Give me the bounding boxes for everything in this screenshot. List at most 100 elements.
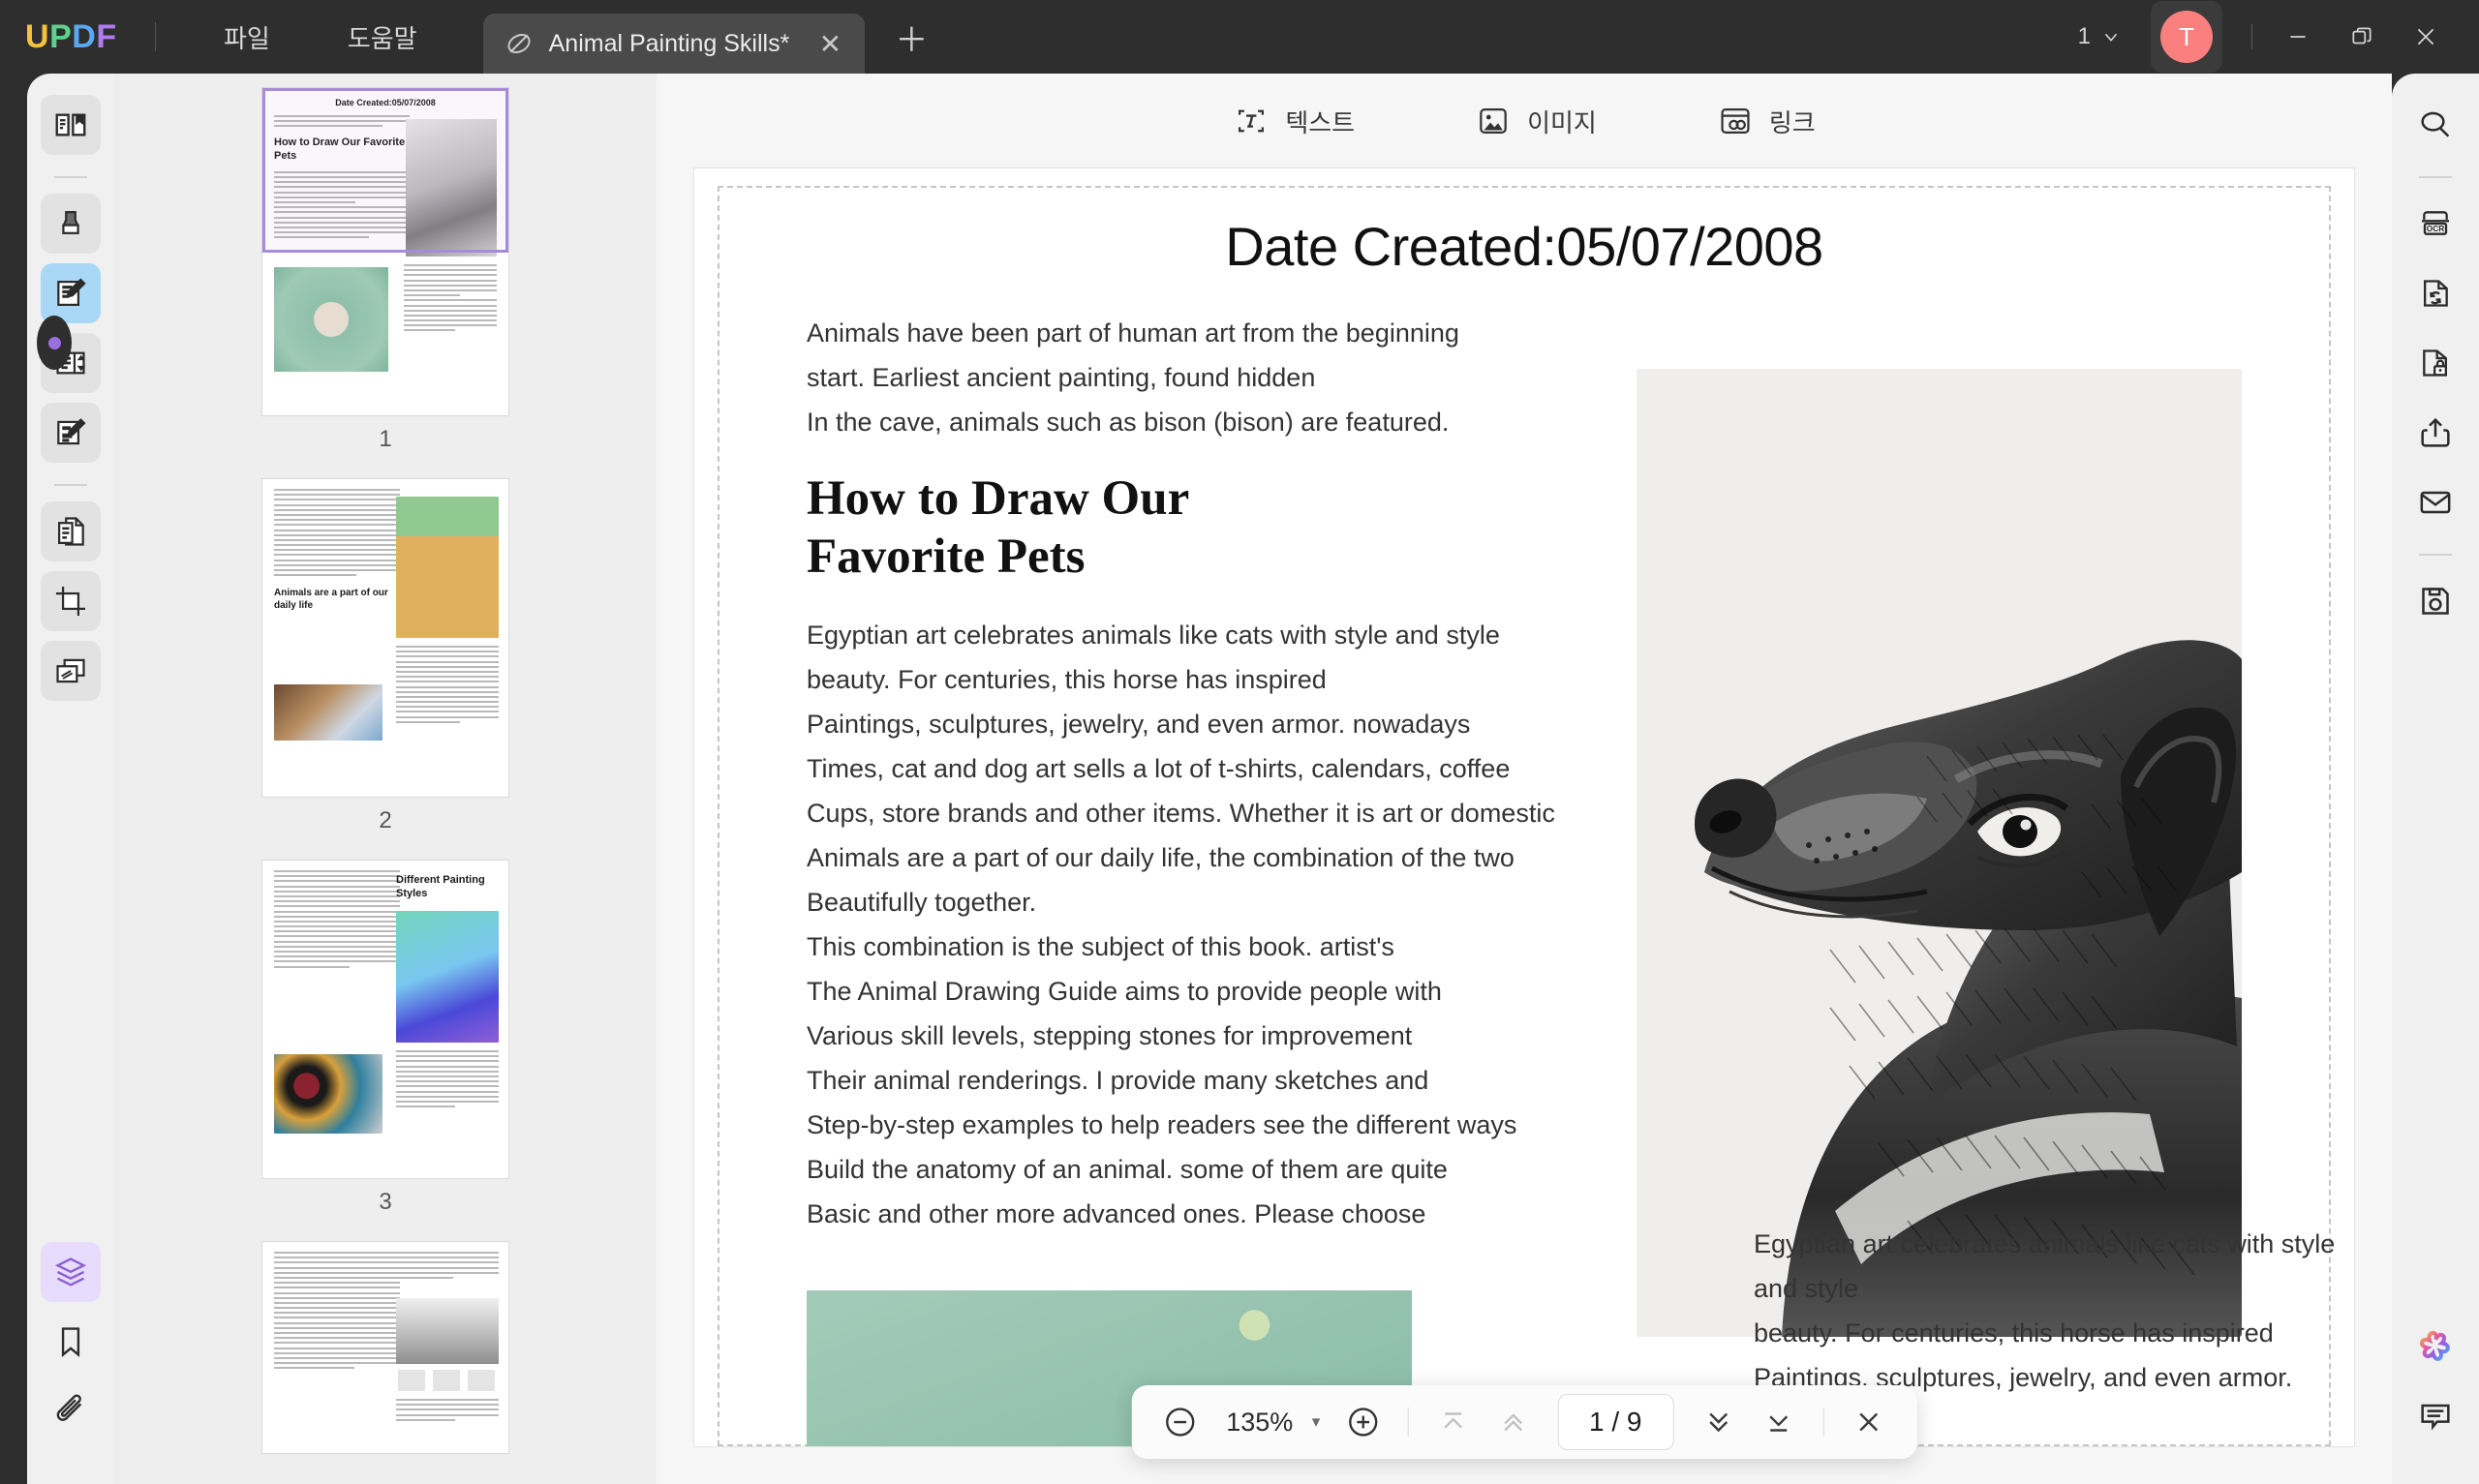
thumb3-buckets-image [274, 1054, 383, 1134]
thumb1-heading: How to Draw Our Favorite Pets [274, 136, 406, 163]
dog-sketch-image[interactable] [1637, 369, 2242, 1337]
body-line-14: Basic and other more advanced ones. Plea… [807, 1199, 1426, 1229]
sidebar-item-layers[interactable] [41, 1242, 101, 1302]
tab-close-icon[interactable]: ✕ [814, 28, 845, 60]
restore-button[interactable] [2330, 8, 2394, 66]
book-reader-icon [55, 113, 86, 136]
search-icon [2421, 111, 2450, 137]
right-item-email[interactable] [2405, 472, 2465, 532]
heading-line-1: How to Draw Our [807, 471, 1190, 526]
right-item-convert[interactable] [2405, 263, 2465, 323]
tool-link[interactable]: 링크 [1703, 95, 1829, 147]
thumbnail-number: 1 [379, 426, 392, 452]
edit-toolbar: 텍스트 이미지 링크 [657, 74, 2392, 168]
body-line-7: Beautifully together. [807, 888, 1037, 918]
page-thumbnail-panel[interactable]: Date Created:05/07/2008 How to Draw Our … [114, 74, 657, 1484]
zoom-dropdown-caret[interactable]: ▾ [1312, 1412, 1331, 1432]
thumbnail-number: 2 [379, 807, 392, 833]
sidebar-item-batch[interactable] [41, 641, 101, 701]
app-body: Date Created:05/07/2008 How to Draw Our … [0, 74, 2479, 1484]
right-item-save[interactable] [2405, 571, 2465, 631]
tool-image[interactable]: 이미지 [1461, 95, 1610, 147]
image-icon [1480, 108, 1507, 134]
comment-bubble-icon [2421, 1404, 2450, 1431]
text-box-icon [1239, 109, 1265, 133]
close-navigation-button[interactable] [1841, 1395, 1895, 1449]
right-item-comment[interactable] [2405, 1385, 2465, 1445]
restore-icon [2352, 27, 2372, 45]
right-rail-divider-1 [2419, 176, 2452, 178]
tab-count-dropdown[interactable]: 1 [2065, 15, 2135, 58]
thumbnail-block[interactable]: Different Painting Styles 3 [114, 860, 657, 1241]
sidebar-item-attachments[interactable] [41, 1381, 101, 1441]
body-line-1: Egyptian art celebrates animals like cat… [807, 621, 1500, 651]
right-item-search[interactable] [2405, 95, 2465, 155]
sidebar-item-convert[interactable] [41, 501, 101, 561]
close-button[interactable] [2394, 8, 2458, 66]
sidebar-item-bookmarks[interactable] [41, 1312, 101, 1372]
tail-line-1: Egyptian art celebrates animals like cat… [1754, 1229, 2336, 1303]
sidebar-item-annotate[interactable] [41, 194, 101, 254]
thumb2-supplies-image [274, 684, 383, 741]
thumbnail-block[interactable] [114, 1241, 657, 1454]
sidebar-item-edit[interactable] [41, 263, 101, 323]
dog-sketch-svg [1637, 369, 2242, 1337]
page-navigation-toolbar: 135% ▾ 1 / 9 [1131, 1385, 1917, 1459]
sidebar-item-reader[interactable] [41, 95, 101, 155]
close-icon [1858, 1412, 1878, 1432]
thumbnail-page-4[interactable] [261, 1241, 509, 1454]
menu-file[interactable]: 파일 [206, 12, 288, 63]
zoom-level-value[interactable]: 135% [1213, 1408, 1306, 1438]
page-indicator-input[interactable]: 1 / 9 [1557, 1394, 1674, 1450]
body-line-9: The Animal Drawing Guide aims to provide… [807, 977, 1442, 1007]
body-line-6: Animals are a part of our daily life, th… [807, 843, 1515, 873]
panel-collapse-handle[interactable] [37, 316, 72, 370]
intro-line-2: start. Earliest ancient painting, found … [807, 363, 1316, 392]
first-page-icon [1443, 1412, 1462, 1429]
logo-letter-u: U [25, 17, 50, 55]
right-item-ai[interactable] [2405, 1316, 2465, 1376]
thumb3-heading: Different Painting Styles [396, 874, 485, 899]
file-sync-icon [2424, 280, 2448, 307]
file-lock-icon [2423, 349, 2447, 377]
sidebar-item-fill-sign[interactable] [41, 403, 101, 463]
sidebar-item-crop[interactable] [41, 571, 101, 631]
next-page-button[interactable] [1691, 1395, 1745, 1449]
new-tab-button[interactable]: ＋ [892, 14, 931, 61]
last-page-button[interactable] [1751, 1395, 1805, 1449]
minimize-button[interactable] [2266, 8, 2330, 66]
window-controls-divider [2251, 24, 2252, 49]
zoom-in-button[interactable] [1335, 1395, 1390, 1449]
thumbnail-page-2[interactable]: Animals are a part of our daily life [261, 478, 509, 798]
right-rail-divider-2 [2419, 554, 2452, 556]
paperclip-icon [56, 1394, 82, 1421]
first-page-button[interactable] [1425, 1395, 1480, 1449]
page-scroll-area[interactable]: Date Created:05/07/2008 Animals have bee… [657, 168, 2392, 1484]
right-tool-rail: OCR [2392, 74, 2479, 1484]
thumb4-corgi-image [396, 1298, 499, 1364]
prev-page-button[interactable] [1485, 1395, 1540, 1449]
right-item-protect[interactable] [2405, 333, 2465, 393]
body-line-10: Various skill levels, stepping stones fo… [807, 1021, 1413, 1051]
ocr-icon: OCR [2421, 211, 2449, 235]
menu-help[interactable]: 도움말 [330, 12, 435, 63]
document-heading: How to Draw Our Favorite Pets [807, 469, 1598, 586]
tool-link-label: 링크 [1768, 107, 1816, 137]
thumbnail-page-1[interactable]: Date Created:05/07/2008 How to Draw Our … [261, 87, 509, 416]
page-content-box: Date Created:05/07/2008 Animals have bee… [718, 186, 2335, 1446]
thumbnail-block[interactable]: Date Created:05/07/2008 How to Draw Our … [114, 87, 657, 478]
heading-line-2: Favorite Pets [807, 530, 1086, 585]
right-item-ocr[interactable]: OCR [2405, 194, 2465, 254]
thumbnail-page-3[interactable]: Different Painting Styles [261, 860, 509, 1179]
account-button[interactable]: T [2151, 1, 2222, 73]
tail-line-2: beauty. For centuries, this horse has in… [1754, 1318, 2274, 1348]
intro-line-3: In the cave, animals such as bison (biso… [807, 408, 1450, 437]
thumbnail-block[interactable]: Animals are a part of our daily life 2 [114, 478, 657, 860]
thumb3-watercolor-image [396, 911, 499, 1043]
zoom-out-button[interactable] [1153, 1395, 1208, 1449]
pdf-page[interactable]: Date Created:05/07/2008 Animals have bee… [694, 168, 2354, 1446]
tool-text[interactable]: 텍스트 [1219, 95, 1368, 147]
right-item-share[interactable] [2405, 403, 2465, 463]
document-tab[interactable]: Animal Painting Skills* ✕ [482, 14, 866, 74]
thumbnail-number: 3 [379, 1189, 392, 1215]
